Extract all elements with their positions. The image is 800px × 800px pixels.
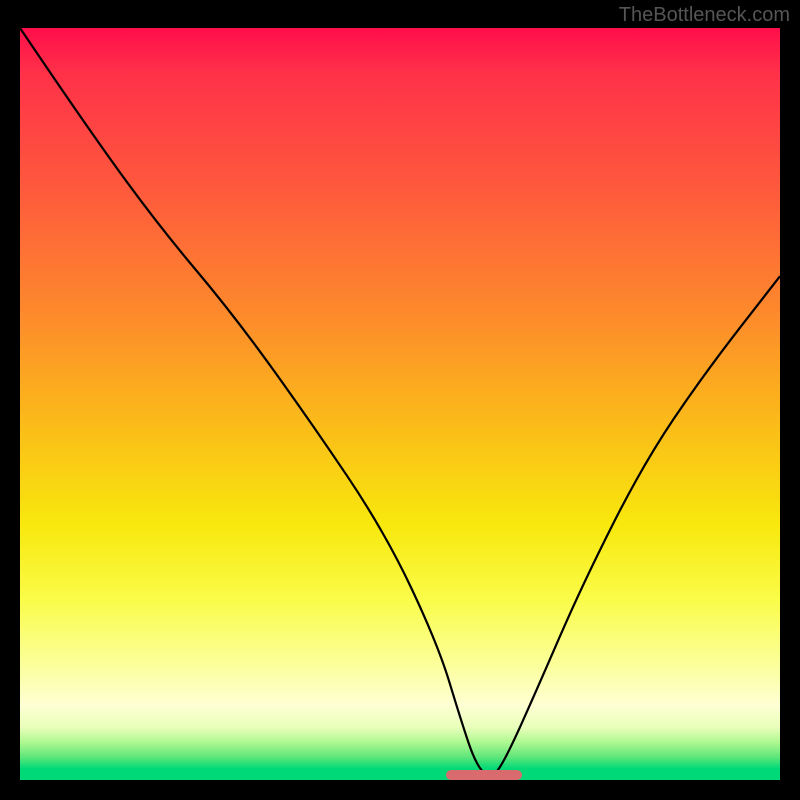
chart-line — [20, 28, 780, 780]
chart-container: TheBottleneck.com — [0, 0, 800, 800]
plot-area — [20, 28, 780, 780]
watermark-text: TheBottleneck.com — [619, 4, 790, 27]
bottleneck-curve-path — [20, 28, 780, 775]
optimal-marker — [446, 770, 522, 780]
